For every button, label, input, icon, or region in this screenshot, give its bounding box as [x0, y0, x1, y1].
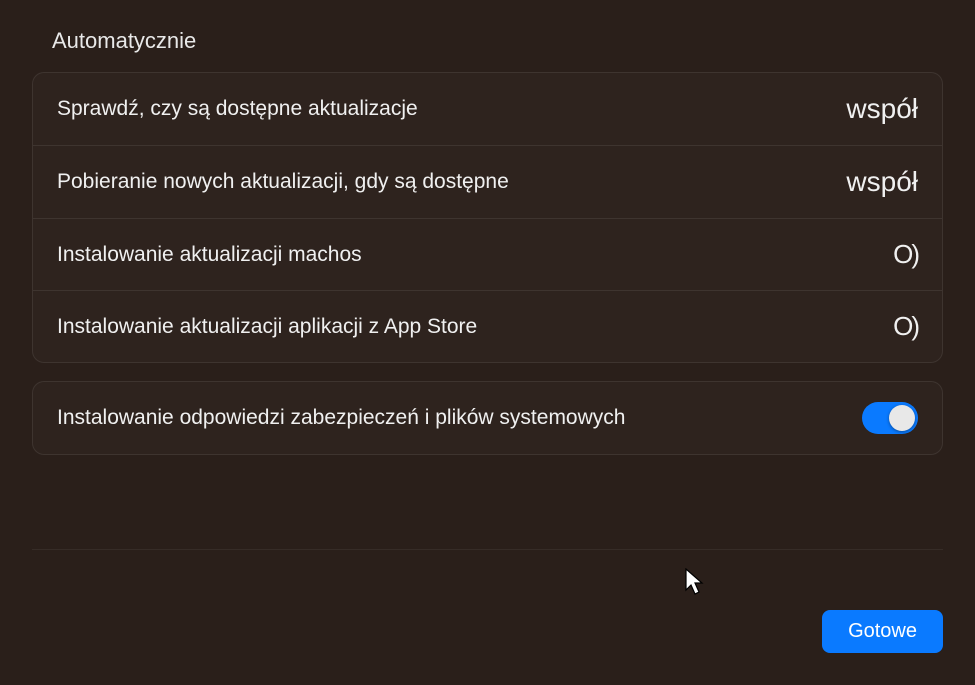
security-group: Instalowanie odpowiedzi zabezpieczeń i p…: [32, 381, 943, 455]
dialog-footer: Gotowe: [32, 549, 943, 661]
row-label: Instalowanie odpowiedzi zabezpieczeń i p…: [57, 406, 625, 430]
auto-update-group: Sprawdź, czy są dostępne aktualizacje ws…: [32, 72, 943, 363]
row-label: Pobieranie nowych aktualizacji, gdy są d…: [57, 170, 509, 194]
update-settings-dialog: Automatycznie Sprawdź, czy są dostępne a…: [0, 0, 975, 685]
section-title: Automatycznie: [52, 28, 943, 54]
row-label: Instalowanie aktualizacji aplikacji z Ap…: [57, 315, 477, 339]
done-button[interactable]: Gotowe: [822, 610, 943, 653]
row-install-macos-updates[interactable]: Instalowanie aktualizacji machos O): [33, 219, 942, 291]
toggle-off-icon[interactable]: O): [893, 239, 918, 270]
row-label: Sprawdź, czy są dostępne aktualizacje: [57, 97, 418, 121]
row-install-appstore-updates[interactable]: Instalowanie aktualizacji aplikacji z Ap…: [33, 291, 942, 362]
row-value: współ: [846, 93, 918, 125]
row-check-updates[interactable]: Sprawdź, czy są dostępne aktualizacje ws…: [33, 73, 942, 146]
toggle-security-responses[interactable]: [862, 402, 918, 434]
toggle-off-icon[interactable]: O): [893, 311, 918, 342]
row-value: współ: [846, 166, 918, 198]
row-download-updates[interactable]: Pobieranie nowych aktualizacji, gdy są d…: [33, 146, 942, 219]
row-label: Instalowanie aktualizacji machos: [57, 243, 362, 267]
row-install-security-responses[interactable]: Instalowanie odpowiedzi zabezpieczeń i p…: [33, 382, 942, 454]
toggle-knob: [889, 405, 915, 431]
